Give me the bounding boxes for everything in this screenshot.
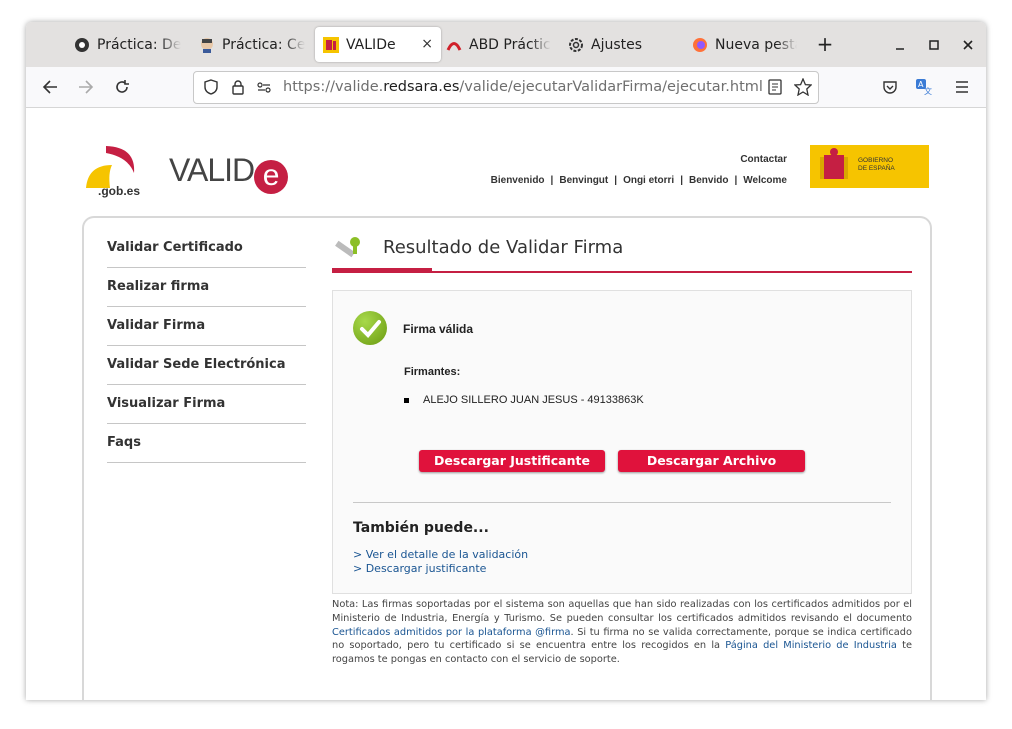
url-bar[interactable]: https://valide.redsara.es/valide/ejecuta… <box>193 71 819 104</box>
arc-logo-icon <box>446 37 462 53</box>
view-detail-link[interactable]: > Ver el detalle de la validación <box>353 548 528 561</box>
page-content: .gob.es VALID e Contactar Bienvenido | Benv… <box>26 108 986 700</box>
firmante-name: ALEJO SILLERO JUAN JESUS - 49133863K <box>423 394 644 406</box>
signature-certificate-icon <box>332 232 364 268</box>
lang-bienvenido[interactable]: Bienvenido <box>491 175 545 186</box>
footnote: Nota: Las firmas soportadas por el siste… <box>332 598 912 667</box>
tab-label: ABD Práctic <box>469 36 551 53</box>
tab-practica-ce[interactable]: Práctica: Ce <box>199 27 309 62</box>
gob-es-logo[interactable]: .gob.es <box>84 143 164 203</box>
coat-of-arms-icon <box>820 148 848 179</box>
gov-line-1: GOBIERNO <box>858 157 894 164</box>
permissions-icon[interactable] <box>256 79 272 99</box>
download-justificante-link[interactable]: > Descargar justificante <box>353 562 486 575</box>
gov-text: GOBIERNO DE ESPAÑA <box>858 157 895 173</box>
lock-icon[interactable] <box>230 79 246 99</box>
tab-nueva-pestana[interactable]: Nueva pesta <box>692 27 797 62</box>
firefox-icon <box>692 37 708 53</box>
firmantes-label: Firmantes: <box>404 366 461 378</box>
valide-logo-text: VALID <box>169 152 255 188</box>
svg-text:文: 文 <box>924 86 932 96</box>
lang-ongi-etorri[interactable]: Ongi etorri <box>623 175 674 186</box>
sidebar-item-validar-certificado[interactable]: Validar Certificado <box>107 229 306 268</box>
back-button[interactable] <box>38 75 62 99</box>
language-links: Bienvenido | Benvingut | Ongi etorri | Benvido… <box>490 175 787 186</box>
title-underline-accent <box>332 268 432 273</box>
tab-abd-practica[interactable]: ABD Práctic <box>446 27 556 62</box>
minimize-button[interactable] <box>890 34 910 54</box>
tab-bar: Práctica: De Práctica: Ce VALIDe × ABD P… <box>26 22 986 67</box>
bookmark-star-icon[interactable] <box>793 77 813 100</box>
pocket-icon[interactable] <box>878 75 902 99</box>
gear-icon <box>568 37 584 53</box>
forward-button[interactable] <box>74 75 98 99</box>
close-window-button[interactable] <box>958 34 978 54</box>
tab-label: Ajustes <box>591 36 643 53</box>
tab-label: Práctica: Ce <box>222 36 306 53</box>
main-panel: Validar Certificado Realizar firma Valid… <box>82 216 932 700</box>
close-tab-icon[interactable]: × <box>421 36 433 52</box>
menu-icon[interactable] <box>950 75 974 99</box>
firmante-item: ALEJO SILLERO JUAN JESUS - 49133863K <box>404 394 644 406</box>
url-domain: redsara.es <box>383 79 460 95</box>
reader-view-icon[interactable] <box>767 79 783 99</box>
lang-benvingut[interactable]: Benvingut <box>559 175 608 186</box>
url-text[interactable]: https://valide.redsara.es/valide/ejecuta… <box>283 79 763 95</box>
validation-status: Firma válida <box>403 322 474 336</box>
sidebar-menu: Validar Certificado Realizar firma Valid… <box>107 229 306 463</box>
spain-shield-icon <box>323 36 339 53</box>
lang-benvido[interactable]: Benvido <box>689 175 728 186</box>
contact-link[interactable]: Contactar <box>740 154 787 165</box>
tab-valide[interactable]: VALIDe × <box>315 27 441 62</box>
shield-icon[interactable] <box>203 79 219 99</box>
reload-button[interactable] <box>110 75 134 99</box>
sidebar-item-visualizar-firma[interactable]: Visualizar Firma <box>107 385 306 424</box>
checkmark-icon <box>353 311 387 345</box>
bullet-icon <box>404 397 409 403</box>
sidebar-item-validar-firma[interactable]: Validar Firma <box>107 307 306 346</box>
also-heading: También puede... <box>353 520 489 536</box>
url-prefix: https://valide. <box>283 79 384 95</box>
ministerio-link[interactable]: Página del Ministerio de Industria <box>725 640 897 651</box>
sidebar-item-validar-sede[interactable]: Validar Sede Electrónica <box>107 346 306 385</box>
maximize-button[interactable] <box>924 34 944 54</box>
moodle-icon <box>74 37 90 53</box>
tab-practica-de[interactable]: Práctica: De <box>74 27 184 62</box>
gob-text: .gob.es <box>98 184 141 198</box>
tab-label: Práctica: De <box>97 36 182 53</box>
download-justificante-button[interactable]: Descargar Justificante <box>419 450 605 472</box>
new-tab-button[interactable]: + <box>815 34 835 54</box>
gov-line-2: DE ESPAÑA <box>858 165 895 172</box>
note-text-1: Nota: Las firmas soportadas por el siste… <box>332 599 912 624</box>
avatar-icon <box>199 37 215 53</box>
valide-e-badge: e <box>254 160 289 194</box>
page-title: Resultado de Validar Firma <box>383 237 624 258</box>
browser-window: Práctica: De Práctica: Ce VALIDe × ABD P… <box>26 22 986 700</box>
translate-icon[interactable]: A文 <box>912 75 936 99</box>
download-archivo-button[interactable]: Descargar Archivo <box>618 450 805 472</box>
tab-label: VALIDe <box>346 36 396 53</box>
section-divider <box>353 502 891 503</box>
sidebar-item-realizar-firma[interactable]: Realizar firma <box>107 268 306 307</box>
valide-logo[interactable]: VALID e <box>169 152 289 194</box>
lang-welcome[interactable]: Welcome <box>743 175 787 186</box>
tab-ajustes[interactable]: Ajustes <box>568 27 678 62</box>
sidebar-item-faqs[interactable]: Faqs <box>107 424 306 463</box>
certificates-doc-link[interactable]: Certificados admitidos por la plataforma… <box>332 627 571 638</box>
navigation-bar: https://valide.redsara.es/valide/ejecuta… <box>26 67 986 108</box>
url-path: /valide/ejecutarValidarFirma/ejecutar.ht… <box>459 79 763 95</box>
gobierno-de-espana-logo[interactable]: GOBIERNO DE ESPAÑA <box>810 145 929 188</box>
result-box: Firma válida Firmantes: ALEJO SILLERO JU… <box>332 290 912 594</box>
tab-label: Nueva pesta <box>715 36 797 53</box>
